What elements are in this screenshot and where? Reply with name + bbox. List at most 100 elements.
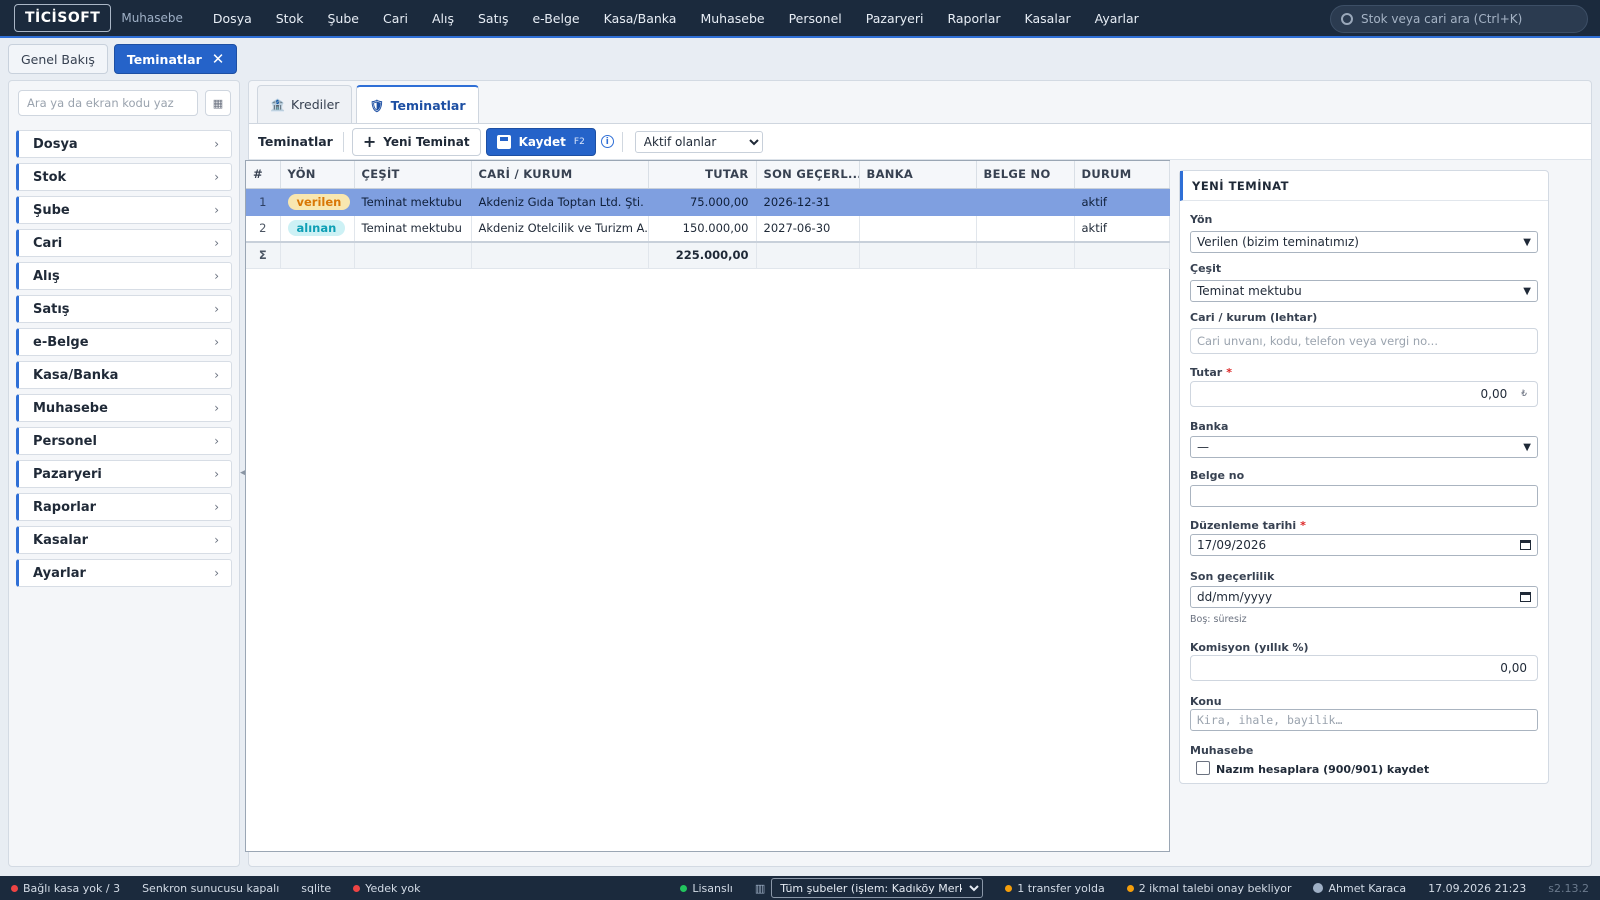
menu-item-kasa-banka[interactable]: Kasa/Banka [592,11,689,26]
chevron-right-icon: › [214,137,219,151]
sidebar-item-label: Alış [33,268,60,284]
page-tab-overview[interactable]: Genel Bakış [8,44,108,74]
sidebar-item-kasa-banka[interactable]: Kasa/Banka › [16,361,232,389]
nazim-label[interactable]: Nazım hesaplara (900/901) kaydet [1216,763,1429,776]
table-row[interactable]: 2 alınan Teminat mektubu Akdeniz Otelcil… [246,215,1170,243]
menu-item-stok[interactable]: Stok [264,11,316,26]
sidebar-item-cari[interactable]: Cari › [16,229,232,257]
konu-input[interactable]: Kira, ihale, bayilik… [1190,709,1538,731]
status-transfer[interactable]: 1 transfer yolda [994,882,1115,895]
menu-item-sube[interactable]: Şube [315,11,370,26]
sidebar-search-input[interactable] [18,90,198,116]
col-belge-no[interactable]: BELGE NO [976,161,1075,189]
sidebar-item-ebelge[interactable]: e-Belge › [16,328,232,356]
sidebar-item-dosya[interactable]: Dosya › [16,130,232,158]
menu-item-kasalar[interactable]: Kasalar [1013,11,1083,26]
sidebar-item-alis[interactable]: Alış › [16,262,232,290]
user-icon [1313,883,1324,893]
menu-item-satis[interactable]: Satış [466,11,520,26]
col-cesit[interactable]: ÇEŞİT [354,161,472,189]
sidebar-item-stok[interactable]: Stok › [16,163,232,191]
save-button[interactable]: Kaydet F2 [485,127,596,156]
col-cari[interactable]: CARİ / KURUM [471,161,649,189]
menu-item-pazaryeri[interactable]: Pazaryeri [854,11,936,26]
belge-input[interactable] [1190,485,1538,507]
table-row[interactable]: 1 verilen Teminat mektubu Akdeniz Gıda T… [246,188,1170,216]
save-shortcut: F2 [573,136,585,147]
duzenleme-date-input[interactable]: 17/09/2026 [1190,534,1538,556]
currency-symbol: ₺ [1521,389,1527,399]
row-index: 2 [246,215,281,243]
row-cari: Akdeniz Gıda Toptan Ltd. Şti. [471,188,649,216]
sidebar-item-label: e-Belge [33,334,89,350]
chevron-right-icon: › [214,335,219,349]
tab-krediler[interactable]: 🏦 Krediler [257,85,353,123]
global-search-input[interactable] [1361,12,1571,26]
sidebar-item-kasalar[interactable]: Kasalar › [16,526,232,554]
row-belge [976,188,1075,216]
menu-item-dosya[interactable]: Dosya [201,11,264,26]
col-yon[interactable]: YÖN [280,161,355,189]
menu-item-raporlar[interactable]: Raporlar [935,11,1012,26]
sidebar-item-muhasebe[interactable]: Muhasebe › [16,394,232,422]
menu-item-personel[interactable]: Personel [777,11,854,26]
status-ikmal[interactable]: 2 ikmal talebi onay bekliyor [1116,882,1303,895]
cari-input[interactable]: Cari unvanı, kodu, telefon veya vergi no… [1190,328,1538,354]
col-banka[interactable]: BANKA [859,161,977,189]
col-index[interactable]: # [246,161,281,189]
app-logo[interactable]: TİCİSOFT [14,4,112,32]
menu-item-muhasebe[interactable]: Muhasebe [688,11,776,26]
col-durum[interactable]: DURUM [1074,161,1170,189]
page-tab-teminatlar[interactable]: Teminatlar ✕ [113,44,238,74]
chevron-right-icon: › [214,500,219,514]
cari-placeholder: Cari unvanı, kodu, telefon veya vergi no… [1197,334,1438,348]
sidebar-item-pazaryeri[interactable]: Pazaryeri › [16,460,232,488]
sidebar-item-raporlar[interactable]: Raporlar › [16,493,232,521]
new-guarantee-button[interactable]: + Yeni Teminat [351,127,481,156]
cesit-select[interactable]: Teminat mektubu ▼ [1190,280,1538,302]
tutar-input[interactable]: 0,00 ₺ [1190,381,1538,407]
calendar-icon[interactable] [1520,592,1531,602]
tab-teminatlar[interactable]: 🛡 Teminatlar [356,85,479,124]
sidebar-item-sube[interactable]: Şube › [16,196,232,224]
status-filter-select[interactable]: Aktif olanlar [634,130,763,153]
row-yon: alınan [280,215,355,243]
status-user[interactable]: Ahmet Karaca [1302,882,1417,895]
calendar-icon[interactable] [1520,540,1531,550]
tutar-value: 0,00 [1480,387,1508,401]
close-icon[interactable]: ✕ [212,50,225,68]
banka-select[interactable]: — ▼ [1190,436,1538,458]
new-guarantee-form: YENİ TEMİNAT Yön Verilen (bizim teminatı… [1179,170,1549,784]
sidebar-item-label: Şube [33,202,70,218]
sidebar-item-personel[interactable]: Personel › [16,427,232,455]
row-durum: aktif [1074,215,1170,243]
menu-item-ayarlar[interactable]: Ayarlar [1083,11,1151,26]
nazim-checkbox[interactable] [1196,761,1210,775]
toolbar-separator [342,131,344,152]
status-transfer-text: 1 transfer yolda [1017,881,1105,895]
chevron-right-icon: › [214,302,219,316]
chevron-right-icon: › [214,368,219,382]
menu-item-cari[interactable]: Cari [371,11,420,26]
menu-item-alis[interactable]: Alış [420,11,466,26]
status-kasa: Bağlı kasa yok / 3 [0,882,131,895]
form-title: YENİ TEMİNAT [1180,171,1548,201]
col-tutar[interactable]: TUTAR [648,161,757,189]
page-tab-teminatlar-label: Teminatlar [126,51,202,67]
shield-icon: 🛡 [369,98,385,113]
duzenleme-label: Düzenleme tarihi * [1190,519,1306,532]
sidebar-item-ayarlar[interactable]: Ayarlar › [16,559,232,587]
status-ikmal-text: 2 ikmal talebi onay bekliyor [1138,881,1292,895]
grid-icon[interactable]: ▦ [205,90,231,116]
cari-label: Cari / kurum (lehtar) [1190,311,1318,324]
yon-select[interactable]: Verilen (bizim teminatımız) ▼ [1190,231,1538,253]
komisyon-input[interactable]: 0,00 [1190,655,1538,681]
belge-label: Belge no [1190,469,1245,482]
col-son-gecerlilik[interactable]: SON GEÇERL... [756,161,860,189]
branch-select[interactable]: Tüm şubeler (işlem: Kadıköy Merkez) [771,878,984,898]
info-icon[interactable]: i [600,135,614,148]
son-date-input[interactable]: dd/mm/yyyy [1190,586,1538,608]
menu-item-ebelge[interactable]: e-Belge [520,11,591,26]
sidebar-item-satis[interactable]: Satış › [16,295,232,323]
yon-value: Verilen (bizim teminatımız) [1197,235,1359,249]
